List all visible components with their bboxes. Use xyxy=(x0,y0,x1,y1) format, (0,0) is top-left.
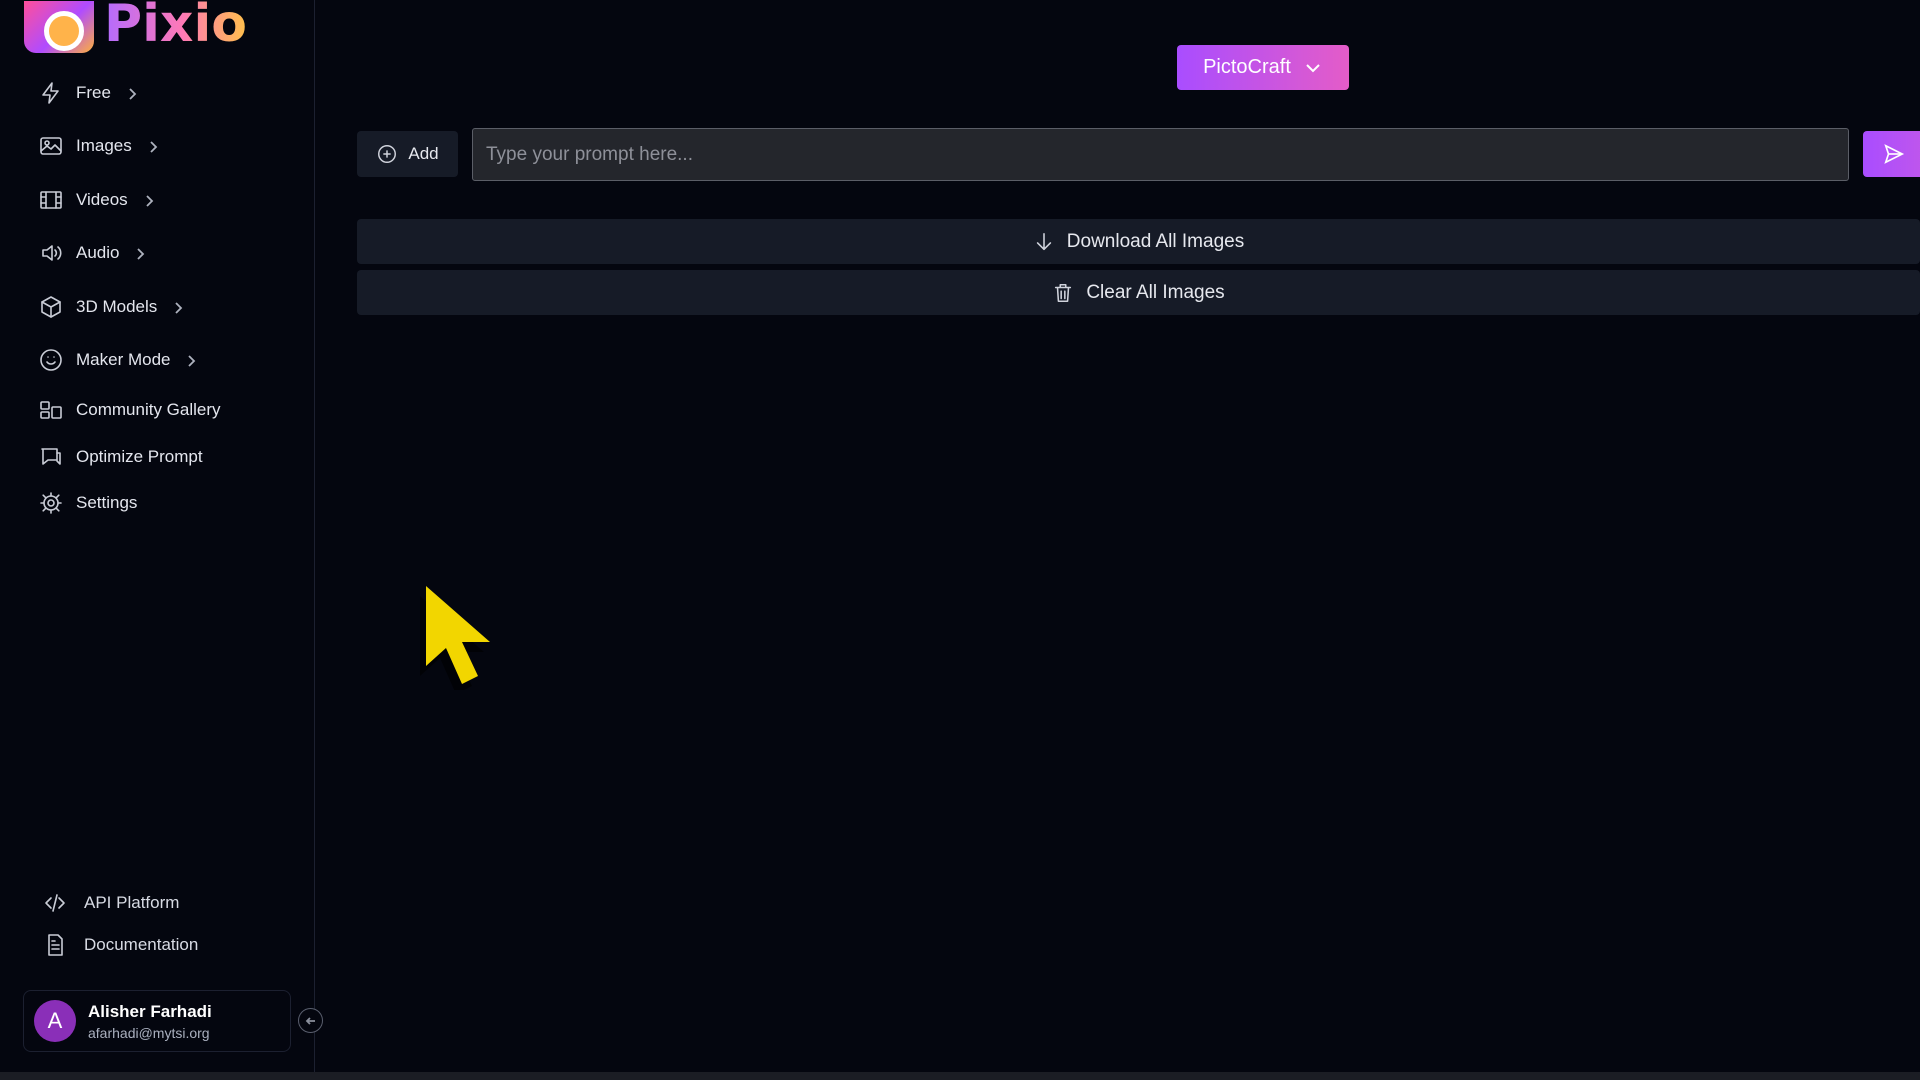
sidebar-item-free[interactable]: Free xyxy=(0,66,315,120)
gallery-icon xyxy=(38,397,64,423)
sidebar-item-label: 3D Models xyxy=(76,296,158,316)
film-icon xyxy=(38,187,64,213)
add-button-label: Add xyxy=(408,144,439,163)
sidebar-nav: Free Images Videos Audio 3D Models Maker… xyxy=(0,66,315,527)
sidebar-item-label: Community Gallery xyxy=(76,400,221,420)
sidebar-item-audio[interactable]: Audio xyxy=(0,227,315,281)
mouse-cursor-icon xyxy=(420,586,490,690)
documentation-link[interactable]: Documentation xyxy=(0,924,315,966)
smile-icon xyxy=(38,347,64,373)
sidebar-item-label: Optimize Prompt xyxy=(76,446,203,466)
sidebar-item-3d-models[interactable]: 3D Models xyxy=(0,280,315,334)
cube-icon xyxy=(38,294,64,320)
bottom-edge-bar xyxy=(0,1072,1920,1080)
sidebar: Pixio Free Images Videos Audio 3D Models… xyxy=(0,0,315,1072)
sidebar-item-community-gallery[interactable]: Community Gallery xyxy=(0,387,315,434)
generate-button[interactable] xyxy=(1863,131,1920,177)
chevron-down-icon xyxy=(1306,63,1320,72)
documentation-label: Documentation xyxy=(84,935,199,954)
brand-logo[interactable]: Pixio xyxy=(24,0,247,54)
chevron-right-icon xyxy=(171,300,185,314)
clear-all-images-label: Clear All Images xyxy=(1086,281,1225,303)
code-icon xyxy=(42,890,68,916)
sidebar-footer-links: API Platform Documentation xyxy=(0,882,315,966)
sidebar-item-label: Free xyxy=(76,82,111,102)
sidebar-item-optimize-prompt[interactable]: Optimize Prompt xyxy=(0,434,315,481)
model-select[interactable]: PictoCraft xyxy=(1177,45,1349,90)
plus-circle-icon xyxy=(378,145,397,163)
send-icon xyxy=(1884,144,1905,164)
chevron-right-icon xyxy=(125,86,139,100)
sidebar-item-maker-mode[interactable]: Maker Mode xyxy=(0,334,315,388)
camera-logo-icon xyxy=(24,1,94,53)
sidebar-item-label: Images xyxy=(76,136,132,156)
collapse-sidebar-button[interactable] xyxy=(298,1008,323,1033)
arrow-down-icon xyxy=(1036,232,1051,250)
sidebar-item-label: Audio xyxy=(76,243,120,263)
gear-icon xyxy=(38,490,64,516)
user-info: Alisher Farhadi afarhadi@mytsi.org xyxy=(88,1002,212,1041)
chevron-right-icon xyxy=(133,246,147,260)
prompt-input[interactable] xyxy=(472,128,1849,181)
app-window: Pixio Free Images Videos Audio 3D Models… xyxy=(0,0,1920,1080)
sidebar-item-settings[interactable]: Settings xyxy=(0,480,315,527)
api-platform-label: API Platform xyxy=(84,893,180,912)
arrow-left-icon xyxy=(305,1016,315,1025)
brand-name: Pixio xyxy=(104,0,248,54)
download-all-images-label: Download All Images xyxy=(1066,230,1245,252)
lightning-icon xyxy=(38,80,64,106)
sidebar-item-label: Settings xyxy=(76,493,138,513)
image-icon xyxy=(38,133,64,159)
sidebar-item-label: Maker Mode xyxy=(76,350,171,370)
api-platform-link[interactable]: API Platform xyxy=(0,882,315,924)
chevron-right-icon xyxy=(142,193,156,207)
trash-icon xyxy=(1055,283,1072,302)
model-select-label: PictoCraft xyxy=(1203,56,1291,78)
user-name: Alisher Farhadi xyxy=(88,1001,212,1021)
chevron-right-icon xyxy=(146,139,160,153)
chat-icon xyxy=(38,444,64,470)
avatar: A xyxy=(34,1000,76,1042)
sidebar-item-label: Videos xyxy=(76,189,128,209)
clear-all-images-button[interactable]: Clear All Images xyxy=(357,270,1920,315)
chevron-right-icon xyxy=(184,353,198,367)
sidebar-item-videos[interactable]: Videos xyxy=(0,173,315,227)
download-all-images-button[interactable]: Download All Images xyxy=(357,219,1920,264)
document-icon xyxy=(42,932,68,958)
user-profile-card[interactable]: A Alisher Farhadi afarhadi@mytsi.org xyxy=(23,990,291,1052)
user-email: afarhadi@mytsi.org xyxy=(88,1024,210,1041)
sidebar-item-images[interactable]: Images xyxy=(0,120,315,174)
add-button[interactable]: Add xyxy=(357,131,458,177)
speaker-icon xyxy=(38,240,64,266)
